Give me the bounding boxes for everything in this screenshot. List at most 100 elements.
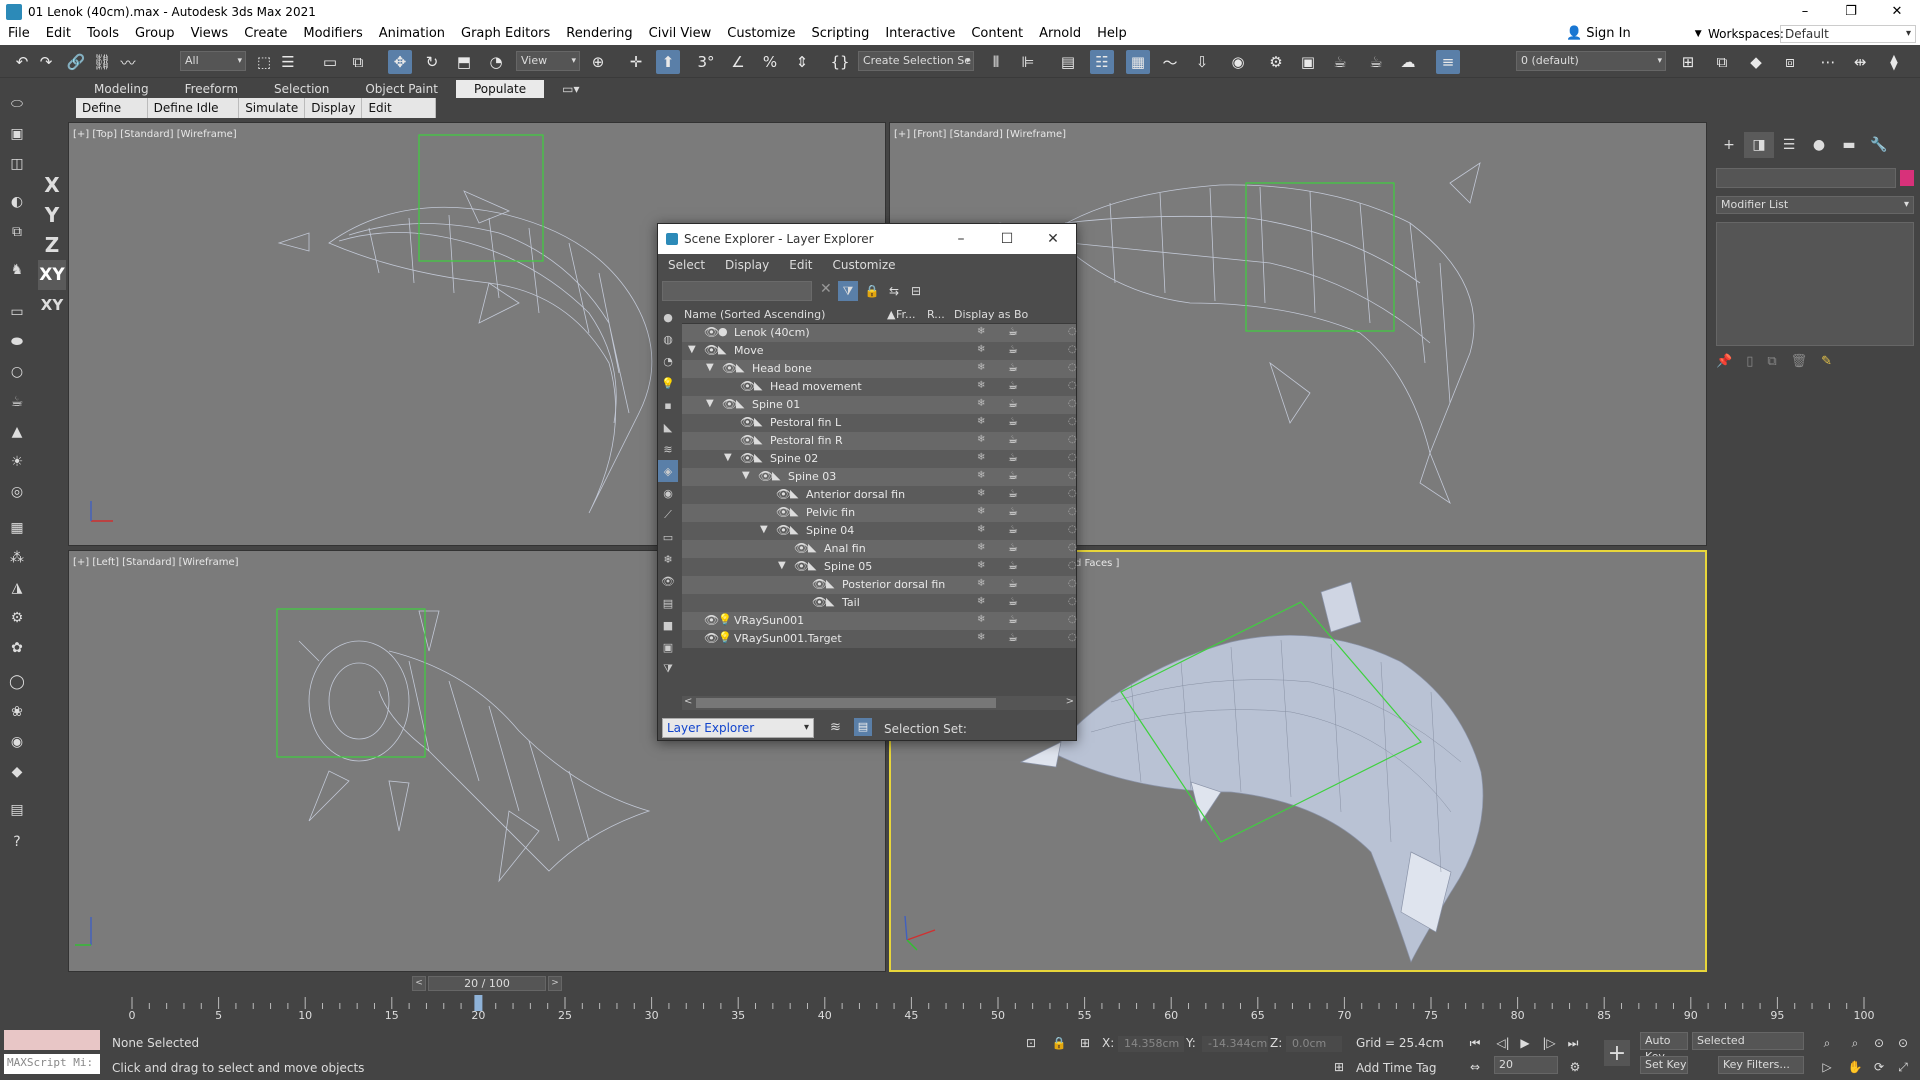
y-coordinate-field[interactable]: -14.344cm bbox=[1202, 1036, 1268, 1052]
bind-space-warp-icon[interactable]: 〰 bbox=[116, 50, 140, 74]
schematic-view-icon[interactable]: ⇩ bbox=[1190, 50, 1214, 74]
renderable-icon[interactable]: ☕ bbox=[1008, 379, 1018, 392]
cone-icon[interactable]: ▲ bbox=[5, 420, 29, 444]
script-icon[interactable]: ▤ bbox=[5, 798, 29, 822]
se-search-input[interactable] bbox=[662, 281, 812, 301]
visibility-eye-icon[interactable]: 👁 bbox=[794, 541, 809, 555]
renderable-icon[interactable]: ☕ bbox=[1008, 433, 1018, 446]
go-to-start-icon[interactable]: ⏮ bbox=[1466, 1034, 1484, 1052]
track-bar[interactable]: 0 5 10 15 20 25 30 35 40 45 50 55 60 65 70 75 80 85 90 95 10… bbox=[68, 995, 1920, 1025]
grid-object-icon[interactable]: ▦ bbox=[5, 516, 29, 540]
column-render-header[interactable]: R... bbox=[927, 308, 945, 321]
select-object-icon[interactable]: ⬚ bbox=[252, 50, 276, 74]
freeze-icon[interactable]: ❄ bbox=[977, 326, 985, 337]
select-icon[interactable]: ⬭ bbox=[5, 92, 29, 116]
selection-filter-dropdown[interactable]: All bbox=[180, 51, 246, 71]
display-as-box-icon[interactable]: ◌ bbox=[1068, 596, 1077, 607]
motion-tab-icon[interactable]: ● bbox=[1804, 132, 1834, 158]
se-menu-edit[interactable]: Edit bbox=[779, 254, 822, 276]
tree-row[interactable]: 👁 ◣ Pelvic fin ❄ ☕ ◌ bbox=[682, 504, 1077, 522]
column-name-header[interactable]: Name (Sorted Ascending) bbox=[684, 308, 825, 321]
visibility-eye-icon[interactable]: 👁 bbox=[776, 523, 791, 537]
select-and-move-icon[interactable]: ✥ bbox=[388, 50, 412, 74]
prev-frame-arrow[interactable]: < bbox=[412, 976, 426, 991]
key-mode-icon[interactable]: ⇔ bbox=[1466, 1058, 1484, 1076]
render-production-icon[interactable]: ☕ bbox=[1328, 50, 1352, 74]
renderable-icon[interactable]: ☕ bbox=[1008, 595, 1018, 608]
sphere-mesh-icon[interactable]: ◯ bbox=[5, 670, 29, 694]
particles-icon[interactable]: ⁂ bbox=[5, 546, 29, 570]
named-selection-dropdown[interactable]: Create Selection Se bbox=[858, 51, 974, 71]
renderable-icon[interactable]: ☕ bbox=[1008, 505, 1018, 518]
gear-icon[interactable]: ⚙ bbox=[5, 606, 29, 630]
define-flows-button[interactable]: Define Flows bbox=[76, 98, 148, 135]
menu-edit[interactable]: Edit bbox=[38, 23, 79, 45]
sync-selection-icon[interactable]: ⇆ bbox=[884, 281, 904, 301]
renderable-icon[interactable]: ☕ bbox=[1008, 559, 1018, 572]
layers-stack-icon[interactable]: ≋ bbox=[830, 720, 841, 735]
axis-z-button[interactable]: Z bbox=[38, 230, 66, 260]
freeze-icon[interactable]: ❄ bbox=[977, 524, 985, 535]
se-scroll-thumb[interactable] bbox=[696, 698, 996, 708]
absolute-mode-icon[interactable]: ⊞ bbox=[1076, 1034, 1094, 1052]
renderable-icon[interactable]: ☕ bbox=[1008, 397, 1018, 410]
selection-set-dropdown[interactable]: Selected bbox=[1692, 1032, 1804, 1050]
help-icon[interactable]: ? bbox=[5, 830, 29, 854]
named-selection-icon[interactable]: ◐ bbox=[5, 190, 29, 214]
hierarchy-tab-icon[interactable]: ☰ bbox=[1774, 132, 1804, 158]
time-config-icon[interactable]: ⚙ bbox=[1566, 1058, 1584, 1076]
visibility-eye-icon[interactable]: 👁 bbox=[776, 505, 791, 519]
tab-modeling[interactable]: Modeling bbox=[76, 80, 167, 98]
render-setup-icon[interactable]: ⚙ bbox=[1264, 50, 1288, 74]
tree-row[interactable]: 👁 ◣ Pestoral fin L ❄ ☕ ◌ bbox=[682, 414, 1077, 432]
se-maximize-button[interactable]: ☐ bbox=[984, 224, 1030, 254]
align-view-icon[interactable]: ⇹ bbox=[1848, 50, 1872, 74]
expand-toggle-icon[interactable]: ▼ bbox=[778, 560, 786, 571]
place-icon[interactable]: ◔ bbox=[484, 50, 508, 74]
visibility-eye-icon[interactable]: 👁 bbox=[776, 487, 791, 501]
torus-icon[interactable]: ◎ bbox=[5, 480, 29, 504]
keyboard-shortcut-override-icon[interactable]: ⬆ bbox=[656, 50, 680, 74]
render-in-cloud-icon[interactable]: ☁ bbox=[1396, 50, 1420, 74]
remove-modifier-icon[interactable]: 🗑 bbox=[1791, 354, 1808, 374]
sphere-icon[interactable]: ○ bbox=[5, 360, 29, 384]
time-slider[interactable]: < 20 / 100 > bbox=[68, 975, 1710, 993]
display-as-box-icon[interactable]: ◌ bbox=[1068, 416, 1077, 427]
teapot-icon[interactable]: ☕ bbox=[5, 390, 29, 414]
menu-customize[interactable]: Customize bbox=[719, 23, 803, 45]
select-and-scale-icon[interactable]: ⬒ bbox=[452, 50, 476, 74]
add-time-tag-button[interactable]: Add Time Tag bbox=[1356, 1061, 1437, 1075]
menu-scripting[interactable]: Scripting bbox=[804, 23, 878, 45]
tree-row[interactable]: 👁 💡 VRaySun001 ❄ ☕ ◌ bbox=[682, 612, 1077, 630]
walkthrough-icon[interactable]: ♞ bbox=[5, 258, 29, 282]
frame-counter[interactable]: 20 / 100 bbox=[428, 976, 546, 991]
freeze-icon[interactable]: ❄ bbox=[977, 362, 985, 373]
lock-icon[interactable]: 🔒 bbox=[862, 281, 882, 301]
object-color-swatch[interactable] bbox=[1900, 170, 1914, 186]
expand-toggle-icon[interactable]: ▼ bbox=[706, 362, 714, 373]
tree-row[interactable]: ▼ 👁 ◣ Move ❄ ☕ ◌ bbox=[682, 342, 1077, 360]
auto-key-button[interactable]: Auto Key bbox=[1640, 1032, 1688, 1063]
visibility-eye-icon[interactable]: 👁 bbox=[704, 631, 719, 645]
make-unique-icon[interactable]: ⧉ bbox=[1767, 354, 1776, 374]
next-frame-arrow[interactable]: > bbox=[548, 976, 562, 991]
filter-icon[interactable]: ⧩ bbox=[838, 281, 858, 301]
scroll-right-icon[interactable]: > bbox=[1066, 696, 1074, 707]
zoom-all-icon[interactable]: ⌕ bbox=[1846, 1034, 1864, 1052]
link-icon[interactable]: 🔗 bbox=[64, 50, 88, 74]
expand-toggle-icon[interactable]: ▼ bbox=[688, 344, 696, 355]
display-shapes-icon[interactable]: ◔ bbox=[658, 350, 678, 372]
modifier-list-dropdown[interactable]: Modifier List bbox=[1716, 196, 1914, 214]
set-key-big-icon[interactable]: + bbox=[1604, 1040, 1630, 1066]
isolate-selection-icon[interactable]: ⧉ bbox=[5, 220, 29, 244]
orbit-icon[interactable]: ⟳ bbox=[1870, 1058, 1888, 1076]
tab-selection[interactable]: Selection bbox=[256, 80, 347, 98]
freeze-icon[interactable]: ❄ bbox=[977, 416, 985, 427]
freeze-icon[interactable]: ❄ bbox=[977, 380, 985, 391]
display-as-box-icon[interactable]: ◌ bbox=[1068, 362, 1077, 373]
renderable-icon[interactable]: ☕ bbox=[1008, 541, 1018, 554]
axis-xy-cycle-button[interactable]: XY bbox=[38, 290, 66, 320]
display-containers-icon[interactable]: ▭ bbox=[658, 526, 678, 548]
set-key-button[interactable]: Set Key bbox=[1640, 1056, 1688, 1074]
renderable-icon[interactable]: ☕ bbox=[1008, 523, 1018, 536]
